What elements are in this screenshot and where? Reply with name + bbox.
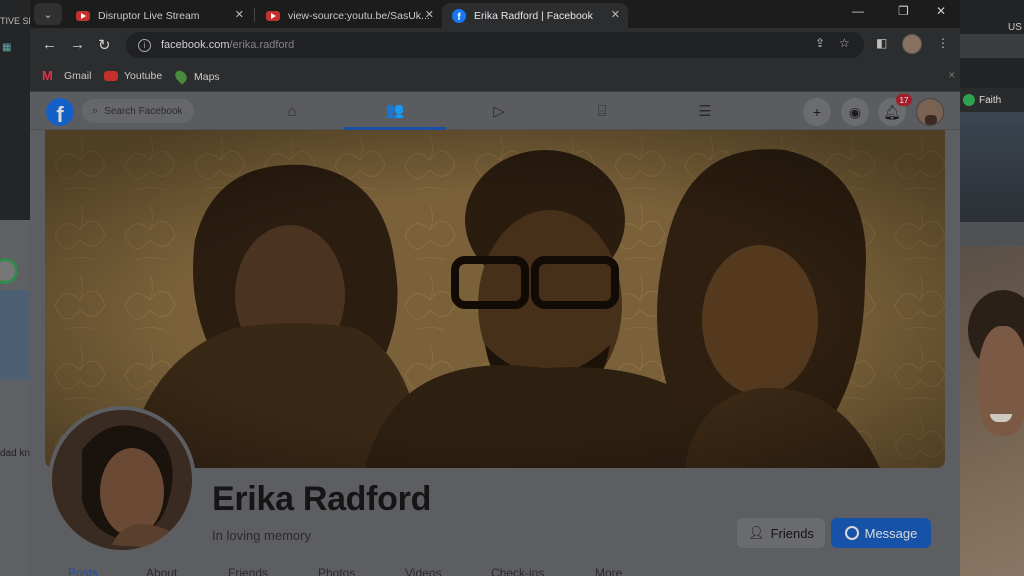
share-icon[interactable]: ⇪: [815, 36, 825, 50]
bookmark-maps[interactable]: Maps: [172, 68, 220, 85]
background-window-right-bar: [960, 34, 1024, 58]
url-path: /erika.radford: [229, 39, 295, 51]
bookmark-gmail[interactable]: Gmail: [42, 68, 92, 83]
whatsapp-chat-item[interactable]: Faith: [960, 88, 1024, 112]
facebook-page: f ⌕ Search Facebook ⌂ 👥 ▷ ⌸ ☰ + ◉ 🔔︎ 17 …: [30, 92, 960, 576]
profile-tab-about[interactable]: About: [146, 566, 177, 576]
friend-check-icon: 👤︎: [748, 525, 765, 540]
back-arrow-icon[interactable]: ←: [42, 36, 57, 53]
cover-photo[interactable]: [45, 130, 945, 468]
profile-tab-videos[interactable]: Videos: [405, 566, 441, 576]
message-button[interactable]: Message: [831, 518, 931, 548]
youtube-icon: [104, 71, 118, 81]
nav-friends-tab[interactable]: 👥: [344, 92, 446, 130]
menu-kebab-icon[interactable]: ⋮: [937, 36, 949, 50]
profile-tab-posts[interactable]: Posts: [68, 566, 98, 576]
profile-tab-friends[interactable]: Friends: [228, 566, 268, 576]
maps-icon: [172, 68, 190, 85]
close-icon[interactable]: ✕: [611, 8, 620, 21]
profile-tab-photos[interactable]: Photos: [318, 566, 355, 576]
side-panel-icon[interactable]: ◧: [876, 36, 887, 50]
plus-icon: +: [812, 104, 822, 120]
friends-icon: 👥: [385, 101, 405, 119]
facebook-icon: f: [452, 8, 466, 23]
notification-badge: 17: [896, 94, 912, 106]
nav-marketplace-tab[interactable]: ⌸: [551, 92, 653, 130]
window-close-icon[interactable]: ✕: [936, 4, 946, 18]
youtube-icon: [266, 10, 280, 21]
youtube-icon: [76, 10, 90, 21]
account-avatar[interactable]: [916, 98, 944, 126]
video-icon: ▷: [493, 103, 505, 120]
browser-tab-title: Disruptor Live Stream: [98, 9, 200, 22]
tab-search-button[interactable]: ⌄: [34, 3, 62, 25]
close-icon[interactable]: ✕: [235, 8, 244, 21]
facebook-logo-icon[interactable]: f: [46, 98, 74, 126]
nav-home-tab[interactable]: ⌂: [241, 92, 343, 130]
profile-name: Erika Radford: [212, 480, 432, 518]
profile-subtitle: In loving memory: [212, 528, 311, 543]
whatsapp-chat-label: Faith: [979, 94, 1002, 106]
url-host: facebook.com: [161, 39, 230, 51]
bookmark-youtube[interactable]: Youtube: [104, 70, 162, 82]
browser-tab-1[interactable]: view-source:youtu.be/SasUk... ✕: [256, 3, 442, 28]
profile-picture[interactable]: [48, 406, 196, 554]
messenger-button[interactable]: ◉: [841, 98, 869, 126]
chevron-down-icon: ⌄: [43, 8, 53, 21]
browser-tab-0[interactable]: Disruptor Live Stream ✕: [66, 3, 252, 28]
minimize-icon[interactable]: —: [852, 4, 864, 18]
tab-bar: ⌄ Disruptor Live Stream ✕ view-source:yo…: [30, 0, 960, 28]
browser-toolbar: ← → ↻ i facebook.com/erika.radford ⇪ ☆ ◧…: [30, 28, 960, 64]
search-icon: ⌕: [92, 104, 99, 117]
site-info-icon[interactable]: i: [138, 38, 151, 52]
friends-button-label: Friends: [770, 525, 814, 541]
restore-icon[interactable]: ❐: [898, 4, 909, 18]
bookmarks-bar: Gmail Youtube Maps ✕: [30, 64, 960, 92]
browser-tab-2[interactable]: f Erika Radford | Facebook ✕: [442, 3, 628, 28]
nav-watch-tab[interactable]: ▷: [448, 92, 550, 130]
reload-icon[interactable]: ↻: [98, 36, 111, 54]
home-icon: ⌂: [287, 102, 297, 120]
close-icon[interactable]: ✕: [425, 8, 434, 21]
messenger-icon: [844, 526, 859, 540]
hamburger-menu-icon: ☰: [698, 103, 712, 120]
create-button[interactable]: +: [803, 98, 831, 126]
bookmark-star-icon[interactable]: ☆: [839, 36, 850, 50]
facebook-navbar: f ⌕ Search Facebook ⌂ 👥 ▷ ⌸ ☰ + ◉ 🔔︎ 17: [30, 92, 960, 130]
gmail-icon: [42, 68, 58, 83]
bookmarks-close-icon[interactable]: ✕: [948, 70, 956, 81]
search-placeholder: Search Facebook: [104, 105, 183, 117]
browser-tab-title: Erika Radford | Facebook: [474, 9, 593, 22]
grid-icon: ▦: [2, 42, 12, 53]
marketplace-icon: ⌸: [597, 102, 607, 120]
friends-button[interactable]: 👤︎ Friends: [737, 518, 825, 548]
browser-profile-avatar[interactable]: [902, 34, 922, 54]
bell-icon: 🔔︎: [883, 103, 901, 120]
background-window-right-title: US: [1008, 22, 1022, 33]
cover-illustration: [45, 130, 945, 468]
message-button-label: Message: [864, 525, 918, 541]
messenger-icon: ◉: [848, 103, 862, 120]
browser-window: ⌄ Disruptor Live Stream ✕ view-source:yo…: [30, 0, 960, 576]
bookmark-label: Youtube: [124, 70, 163, 82]
background-portrait-photo: [960, 246, 1024, 576]
background-window-right-titlebar: [960, 222, 1024, 246]
background-photo: [960, 112, 1024, 222]
background-window-right: US Faith: [960, 0, 1024, 576]
browser-tab-title: view-source:youtu.be/SasUk...: [288, 9, 430, 22]
facebook-search-input[interactable]: ⌕ Search Facebook: [82, 99, 194, 123]
nav-menu-tab[interactable]: ☰: [654, 92, 756, 130]
forward-arrow-icon[interactable]: →: [70, 36, 85, 53]
background-window-left-text: dad kn: [0, 448, 31, 459]
whatsapp-icon: [963, 94, 975, 106]
bookmark-label: Gmail: [64, 70, 92, 82]
profile-tab-more[interactable]: More: [595, 566, 622, 576]
progress-ring-icon: [0, 258, 18, 284]
profile-tab-checkins[interactable]: Check-ins: [491, 566, 544, 576]
bookmark-label: Maps: [194, 70, 220, 83]
address-bar[interactable]: i facebook.com/erika.radford: [126, 32, 864, 58]
